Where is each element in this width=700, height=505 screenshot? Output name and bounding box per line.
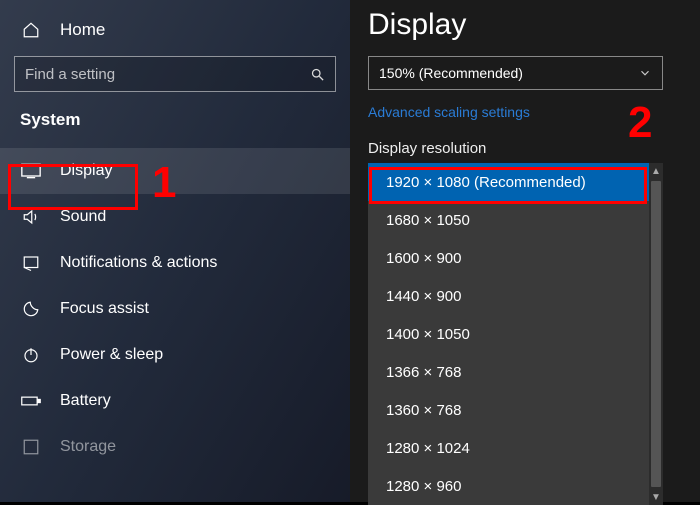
- sidebar-item-label: Focus assist: [60, 300, 149, 318]
- battery-icon: [20, 394, 42, 408]
- resolution-option[interactable]: 1280 × 1024: [368, 429, 663, 467]
- resolution-option[interactable]: 1360 × 768: [368, 391, 663, 429]
- sidebar-item-label: Notifications & actions: [60, 254, 217, 272]
- sidebar-item-label: Display: [60, 162, 112, 180]
- chevron-down-icon: [638, 66, 652, 80]
- scale-dropdown[interactable]: 150% (Recommended): [368, 56, 663, 90]
- sidebar-item-notifications[interactable]: Notifications & actions: [0, 240, 350, 286]
- main-panel: Display 150% (Recommended) Advanced scal…: [350, 0, 700, 502]
- scale-value: 150% (Recommended): [379, 65, 523, 81]
- scroll-thumb[interactable]: [651, 181, 661, 487]
- resolution-dropdown-open[interactable]: 1920 × 1080 (Recommended) 1680 × 1050 16…: [368, 163, 663, 505]
- sidebar-item-sound[interactable]: Sound: [0, 194, 350, 240]
- resolution-option[interactable]: 1680 × 1050: [368, 201, 663, 239]
- sidebar-item-label: Battery: [60, 392, 111, 410]
- sidebar-item-display[interactable]: Display: [0, 148, 350, 194]
- resolution-option[interactable]: 1280 × 960: [368, 467, 663, 505]
- resolution-option[interactable]: 1600 × 900: [368, 239, 663, 277]
- sidebar-item-focus-assist[interactable]: Focus assist: [0, 286, 350, 332]
- home-icon: [20, 21, 42, 39]
- sidebar-item-label: Sound: [60, 208, 106, 226]
- resolution-option[interactable]: 1440 × 900: [368, 277, 663, 315]
- search-input[interactable]: Find a setting: [14, 56, 336, 92]
- resolution-label: Display resolution: [368, 140, 700, 157]
- search-icon: [310, 67, 325, 82]
- dropdown-scrollbar[interactable]: ▲ ▼: [649, 163, 663, 505]
- sidebar-item-battery[interactable]: Battery: [0, 378, 350, 424]
- resolution-option[interactable]: 1920 × 1080 (Recommended): [368, 163, 663, 201]
- display-icon: [20, 163, 42, 179]
- power-icon: [20, 346, 42, 364]
- search-placeholder: Find a setting: [25, 66, 115, 83]
- sound-icon: [20, 208, 42, 226]
- sidebar-home-label: Home: [60, 20, 105, 40]
- sidebar-item-storage[interactable]: Storage: [0, 424, 350, 470]
- focus-assist-icon: [20, 300, 42, 318]
- sidebar-item-label: Power & sleep: [60, 346, 163, 364]
- scroll-up-icon[interactable]: ▲: [649, 163, 663, 179]
- sidebar-home[interactable]: Home: [0, 10, 350, 52]
- settings-sidebar: Home Find a setting System Display: [0, 0, 350, 502]
- resolution-option[interactable]: 1400 × 1050: [368, 315, 663, 353]
- resolution-option[interactable]: 1366 × 768: [368, 353, 663, 391]
- advanced-scaling-link[interactable]: Advanced scaling settings: [368, 104, 530, 120]
- notifications-icon: [20, 254, 42, 272]
- page-title: Display: [368, 8, 700, 42]
- sidebar-item-power-sleep[interactable]: Power & sleep: [0, 332, 350, 378]
- sidebar-section-system: System: [0, 106, 350, 148]
- scroll-down-icon[interactable]: ▼: [649, 489, 663, 505]
- sidebar-item-label: Storage: [60, 438, 116, 456]
- storage-icon: [20, 438, 42, 456]
